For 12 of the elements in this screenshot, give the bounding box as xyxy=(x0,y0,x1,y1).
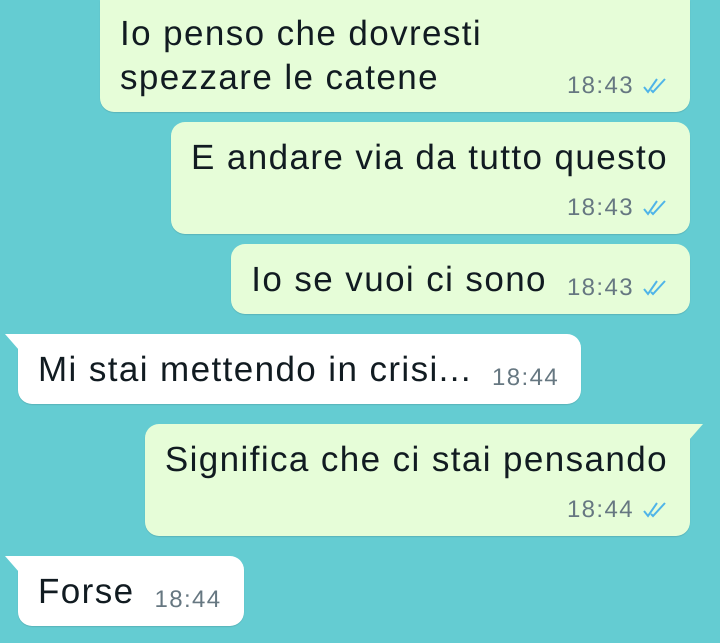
message-text: Significa che ci stai pensando xyxy=(164,439,668,481)
message-time: 18:44 xyxy=(566,495,634,525)
message-text: Forse xyxy=(38,571,134,613)
message-text: Io penso che dovresti spezzare le catene xyxy=(120,13,484,99)
message-time: 18:43 xyxy=(566,273,634,303)
message-time: 18:44 xyxy=(492,363,560,393)
message-time: 18:43 xyxy=(566,71,634,101)
message-text: Io se vuoi ci sono xyxy=(251,259,547,301)
message-text: E andare via da tutto questo xyxy=(190,137,668,179)
message-time: 18:44 xyxy=(154,585,222,615)
message-time: 18:43 xyxy=(566,193,634,223)
message-text: Mi stai mettendo in crisi... xyxy=(38,349,472,391)
